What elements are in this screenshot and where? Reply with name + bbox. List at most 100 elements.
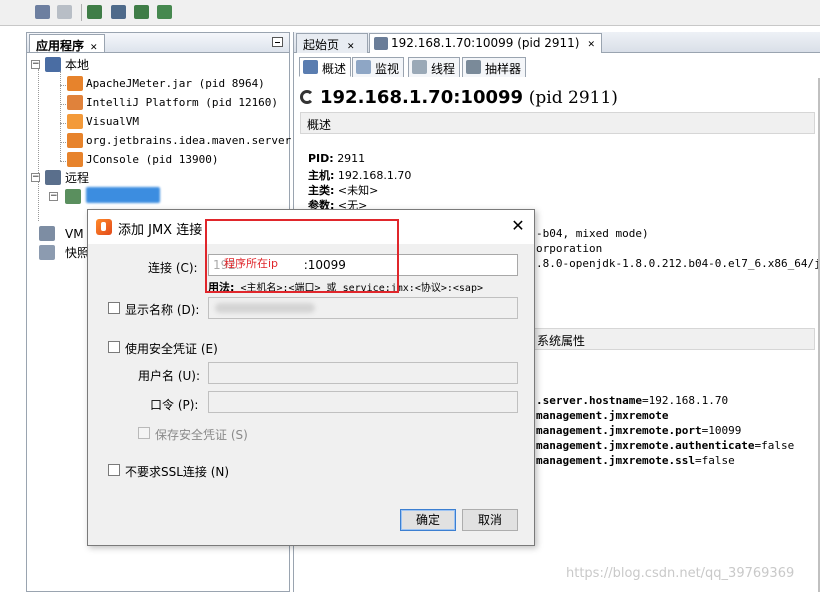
- applications-tabbar: 应用程序 ✕: [27, 33, 289, 53]
- property-value: =false: [694, 454, 735, 467]
- property-line: management.jmxremote.port=10099: [536, 424, 741, 437]
- redacted-text: [215, 303, 315, 313]
- connection-label: 连接 (C):: [148, 261, 198, 275]
- password-input[interactable]: [208, 391, 518, 413]
- property-key: management.jmxremote: [536, 409, 669, 422]
- save-button[interactable]: [54, 3, 74, 21]
- close-icon[interactable]: ✕: [587, 40, 595, 50]
- property-line: management.jmxremote.authenticate=false: [536, 439, 794, 452]
- document-tabbar: 起始页 ✕ 192.168.1.70:10099 (pid 2911) ✕: [294, 32, 820, 53]
- info-value: 2911: [337, 152, 366, 165]
- page-title: 192.168.1.70:10099 (pid 2911): [300, 87, 618, 108]
- tree-node-label: VM: [65, 227, 84, 241]
- save-credentials-checkbox[interactable]: [138, 427, 150, 439]
- add-snapshot-icon: [134, 5, 149, 19]
- jvm-info-line: .8.0-openjdk-1.8.0.212.b04-0.el7_6.x86_6…: [536, 257, 820, 270]
- tab-threads-label: 线程: [431, 62, 456, 76]
- watermark: https://blog.csdn.net/qq_39769369: [566, 566, 795, 581]
- cancel-button[interactable]: 取消: [462, 509, 518, 531]
- password-label: 口令 (P):: [150, 398, 199, 412]
- collapse-icon[interactable]: −: [31, 173, 40, 182]
- property-key: management.jmxremote.ssl: [536, 454, 695, 467]
- add-jmx-icon: [111, 5, 126, 19]
- annotation-text: 程序所在ip: [224, 257, 279, 270]
- overview-section-header[interactable]: 概述: [300, 112, 815, 134]
- java-icon: [67, 133, 83, 148]
- folder-icon: [35, 5, 50, 19]
- jmx-icon: [374, 37, 388, 50]
- toolbar-separator: [81, 4, 82, 21]
- ok-button[interactable]: 确定: [400, 509, 456, 531]
- visualvm-icon: [67, 114, 83, 129]
- load-snapshot-button[interactable]: [154, 3, 174, 21]
- username-input[interactable]: [208, 362, 518, 384]
- tree-item-label: VisualVM: [86, 115, 139, 128]
- collapse-icon[interactable]: −: [31, 60, 40, 69]
- property-value: =false: [754, 439, 795, 452]
- property-value: =10099: [701, 424, 742, 437]
- display-name-checkbox[interactable]: [108, 302, 120, 314]
- add-snapshot-button[interactable]: [131, 3, 151, 21]
- java-icon: [67, 152, 83, 167]
- open-button[interactable]: [32, 3, 52, 21]
- java-icon: [67, 95, 83, 110]
- load-snapshot-icon: [157, 5, 172, 19]
- close-icon[interactable]: ✕: [90, 43, 98, 53]
- tree-item-label: org.jetbrains.idea.maven.server.Re: [86, 134, 312, 147]
- save-credentials-label: 保存安全凭证 (S): [155, 428, 248, 442]
- property-value: =192.168.1.70: [641, 394, 729, 407]
- refresh-icon: [300, 90, 314, 104]
- info-value: <未知>: [337, 184, 379, 197]
- tab-threads[interactable]: 线程: [408, 57, 461, 77]
- snapshot-icon: [39, 245, 55, 260]
- property-line: management.jmxremote.ssl=false: [536, 454, 735, 467]
- display-name-input[interactable]: [208, 297, 518, 319]
- info-main-class: 主类: <未知>: [308, 182, 378, 198]
- use-security-label: 使用安全凭证 (E): [125, 342, 218, 356]
- no-ssl-checkbox[interactable]: [108, 464, 120, 476]
- tab-monitor[interactable]: 监视: [352, 57, 405, 77]
- close-icon[interactable]: ✕: [510, 218, 526, 235]
- main-toolbar: [0, 0, 820, 26]
- tree-node-label: 远程: [65, 171, 90, 185]
- overview-icon: [303, 60, 318, 74]
- section-title: 概述: [307, 118, 332, 132]
- selected-remote-host-highlight[interactable]: [86, 187, 160, 203]
- info-label: PID:: [308, 152, 334, 165]
- monitor-icon: [356, 60, 371, 74]
- tab-jmx-connection[interactable]: 192.168.1.70:10099 (pid 2911) ✕: [369, 33, 603, 53]
- tab-applications[interactable]: 应用程序 ✕: [29, 34, 105, 53]
- use-security-checkbox[interactable]: [108, 341, 120, 353]
- tree-guide: [38, 69, 39, 221]
- visualvm-icon: [96, 219, 112, 235]
- tab-overview-label: 概述: [322, 62, 347, 76]
- tree-item-label: ApacheJMeter.jar (pid 8964): [86, 77, 265, 90]
- title-host: 192.168.1.70:10099: [320, 87, 524, 108]
- minimize-button[interactable]: [272, 37, 283, 47]
- section-title: 系统属性: [537, 334, 586, 348]
- tab-jmx-label: 192.168.1.70:10099 (pid 2911): [391, 36, 580, 50]
- tab-applications-label: 应用程序: [36, 39, 85, 53]
- username-label: 用户名 (U):: [138, 369, 201, 383]
- info-label: 主机:: [308, 169, 335, 182]
- computer-icon: [45, 57, 61, 72]
- close-icon[interactable]: ✕: [347, 42, 355, 52]
- collapse-icon[interactable]: −: [49, 192, 58, 201]
- info-value: 192.168.1.70: [337, 169, 412, 182]
- tree-item-label: JConsole (pid 13900): [86, 153, 219, 166]
- jvm-info-line: orporation: [536, 242, 603, 255]
- property-line: management.jmxremote: [536, 409, 668, 422]
- tree-node-label: 快照: [65, 246, 90, 260]
- tab-overview[interactable]: 概述: [299, 57, 352, 77]
- property-key: management.jmxremote.port: [536, 424, 702, 437]
- add-host-button[interactable]: [84, 3, 104, 21]
- tab-start-page[interactable]: 起始页 ✕: [296, 33, 368, 53]
- add-host-icon: [87, 5, 102, 19]
- tab-sampler[interactable]: 抽样器: [462, 57, 527, 77]
- dialog-title: 添加 JMX 连接: [118, 223, 203, 238]
- info-label: 主类:: [308, 184, 335, 197]
- property-line: .server.hostname=192.168.1.70: [536, 394, 728, 407]
- add-jmx-button[interactable]: [108, 3, 128, 21]
- host-icon: [65, 189, 81, 204]
- no-ssl-label: 不要求SSL连接 (N): [125, 465, 230, 479]
